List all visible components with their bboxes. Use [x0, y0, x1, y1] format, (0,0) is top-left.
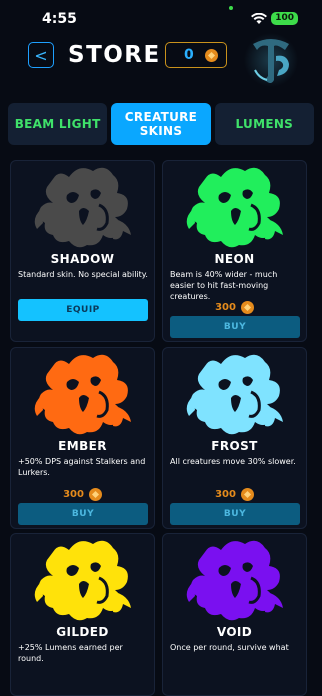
- price-row: 300: [163, 488, 306, 501]
- page-title: STORE: [68, 42, 161, 68]
- skin-name: FROST: [211, 439, 258, 453]
- skin-description: +25% Lumens earned per round.: [18, 643, 123, 663]
- coin-icon: [205, 48, 218, 62]
- skin-card-frost: FROST All creatures move 30% slower. 300…: [162, 347, 307, 529]
- skin-card-void: VOID Once per round, survive what: [162, 533, 307, 696]
- coin-icon: [240, 301, 254, 314]
- skin-name: GILDED: [56, 625, 109, 639]
- tab-lumens[interactable]: LUMENS: [214, 103, 314, 145]
- price-row: 300: [163, 301, 306, 314]
- skin-name: NEON: [214, 252, 255, 266]
- price-row: 300: [11, 488, 154, 501]
- wifi-icon: [251, 12, 268, 25]
- skin-description: +50% DPS against Stalkers and Lurkers.: [18, 457, 146, 477]
- store-tabs: BEAM LIGHT CREATURE SKINS LUMENS: [8, 103, 314, 145]
- currency-value: 0: [184, 47, 194, 63]
- back-button[interactable]: <: [28, 42, 54, 68]
- chevron-left-icon: <: [34, 45, 48, 65]
- skin-card-ember: EMBER +50% DPS against Stalkers and Lurk…: [10, 347, 155, 529]
- skin-name: VOID: [216, 625, 253, 639]
- battery-icon: 100: [271, 12, 298, 25]
- skin-description: Beam is 40% wider - much easier to hit f…: [170, 270, 278, 301]
- buy-button[interactable]: BUY: [18, 503, 148, 525]
- tab-beam-light[interactable]: BEAM LIGHT: [8, 103, 108, 145]
- status-icons: 100: [251, 12, 298, 25]
- skin-name: SHADOW: [50, 252, 115, 266]
- ghost-icon: [33, 352, 133, 438]
- equip-button[interactable]: EQUIP: [18, 299, 148, 321]
- skin-description: Once per round, survive what: [170, 643, 289, 652]
- skin-description: All creatures move 30% slower.: [170, 457, 296, 466]
- tab-creature-skins[interactable]: CREATURE SKINS: [111, 103, 211, 145]
- ghost-icon: [185, 165, 285, 251]
- ghost-icon: [185, 352, 285, 438]
- ghost-icon: [33, 165, 133, 251]
- buy-button[interactable]: BUY: [170, 316, 300, 338]
- buy-button[interactable]: BUY: [170, 503, 300, 525]
- privacy-indicator-dot: [229, 6, 233, 10]
- skin-description: Standard skin. No special ability.: [18, 270, 148, 279]
- ghost-icon: [33, 538, 133, 624]
- skin-card-gilded: GILDED +25% Lumens earned per round.: [10, 533, 155, 696]
- currency-display: 0: [165, 42, 227, 68]
- coin-icon: [240, 488, 254, 501]
- skin-card-shadow: SHADOW Standard skin. No special ability…: [10, 160, 155, 342]
- status-time: 4:55: [42, 11, 77, 27]
- skin-card-neon: NEON Beam is 40% wider - much easier to …: [162, 160, 307, 342]
- skin-price: 300: [215, 489, 236, 500]
- skin-price: 300: [63, 489, 84, 500]
- ghost-icon: [185, 538, 285, 624]
- skin-price: 300: [215, 302, 236, 313]
- coin-icon: [88, 488, 102, 501]
- game-logo: [243, 30, 299, 90]
- skin-name: EMBER: [58, 439, 107, 453]
